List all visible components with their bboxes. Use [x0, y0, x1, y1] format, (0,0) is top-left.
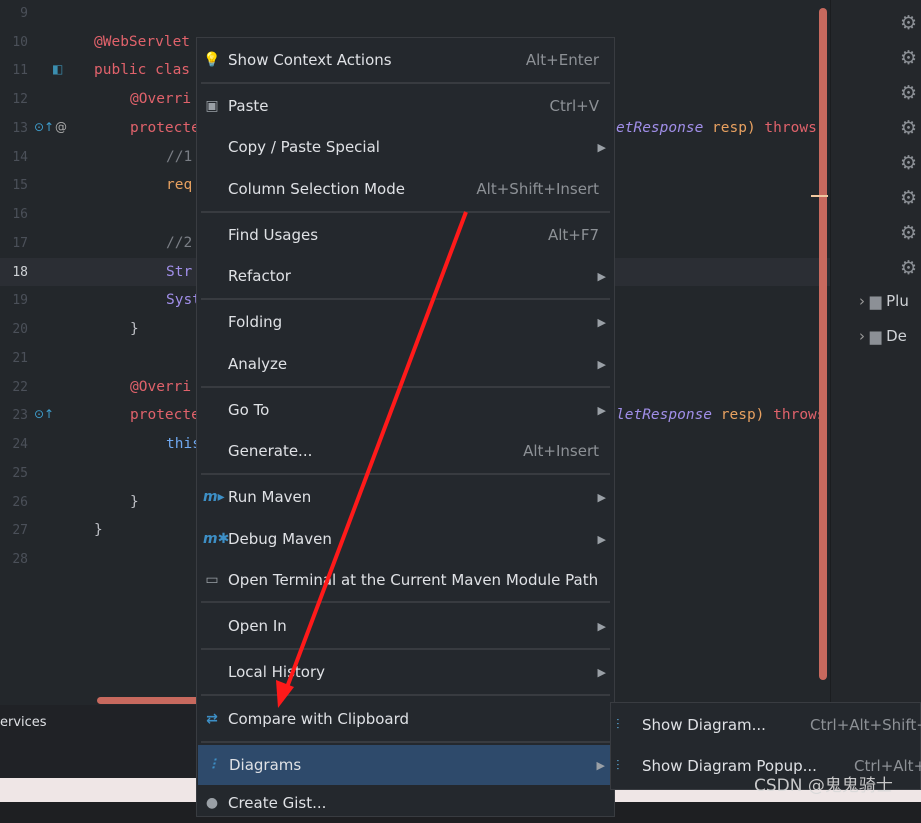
arrow-shaft [284, 211, 468, 691]
annotation-arrow [276, 211, 468, 708]
arrow-head [276, 680, 294, 708]
